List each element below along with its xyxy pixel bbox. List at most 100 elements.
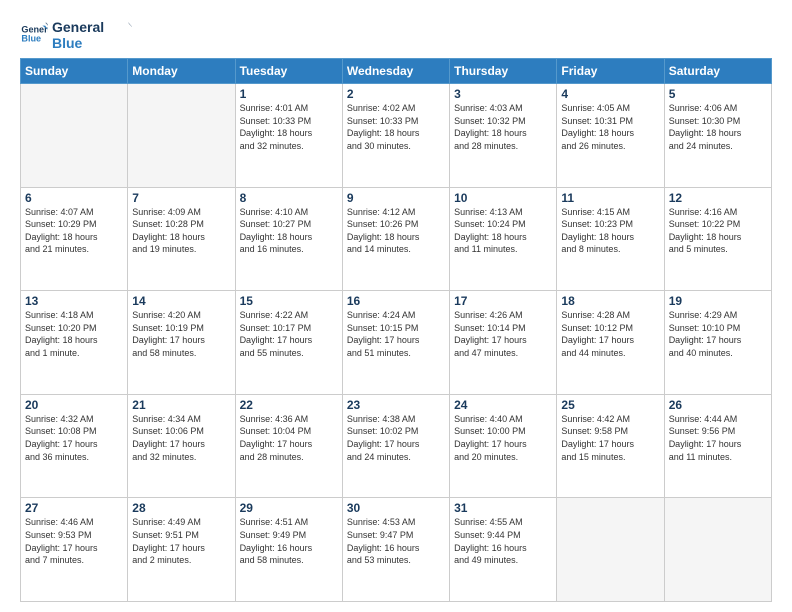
calendar-cell: 22Sunrise: 4:36 AM Sunset: 10:04 PM Dayl… (235, 394, 342, 498)
day-number: 15 (240, 294, 338, 308)
day-number: 25 (561, 398, 659, 412)
day-number: 27 (25, 501, 123, 515)
day-info: Sunrise: 4:38 AM Sunset: 10:02 PM Daylig… (347, 413, 445, 463)
day-number: 8 (240, 191, 338, 205)
calendar-week-4: 20Sunrise: 4:32 AM Sunset: 10:08 PM Dayl… (21, 394, 772, 498)
calendar-cell (664, 498, 771, 602)
day-info: Sunrise: 4:16 AM Sunset: 10:22 PM Daylig… (669, 206, 767, 256)
calendar-cell: 21Sunrise: 4:34 AM Sunset: 10:06 PM Dayl… (128, 394, 235, 498)
calendar-cell: 18Sunrise: 4:28 AM Sunset: 10:12 PM Dayl… (557, 291, 664, 395)
calendar-cell: 12Sunrise: 4:16 AM Sunset: 10:22 PM Dayl… (664, 187, 771, 291)
calendar-cell: 26Sunrise: 4:44 AM Sunset: 9:56 PM Dayli… (664, 394, 771, 498)
day-info: Sunrise: 4:55 AM Sunset: 9:44 PM Dayligh… (454, 516, 552, 566)
day-number: 18 (561, 294, 659, 308)
calendar-header-monday: Monday (128, 59, 235, 84)
day-info: Sunrise: 4:05 AM Sunset: 10:31 PM Daylig… (561, 102, 659, 152)
calendar-table: SundayMondayTuesdayWednesdayThursdayFrid… (20, 58, 772, 602)
day-info: Sunrise: 4:20 AM Sunset: 10:19 PM Daylig… (132, 309, 230, 359)
day-info: Sunrise: 4:51 AM Sunset: 9:49 PM Dayligh… (240, 516, 338, 566)
day-info: Sunrise: 4:42 AM Sunset: 9:58 PM Dayligh… (561, 413, 659, 463)
calendar-cell (21, 84, 128, 188)
day-info: Sunrise: 4:24 AM Sunset: 10:15 PM Daylig… (347, 309, 445, 359)
day-number: 6 (25, 191, 123, 205)
calendar-cell: 19Sunrise: 4:29 AM Sunset: 10:10 PM Dayl… (664, 291, 771, 395)
calendar-cell: 24Sunrise: 4:40 AM Sunset: 10:00 PM Dayl… (450, 394, 557, 498)
calendar-header-tuesday: Tuesday (235, 59, 342, 84)
day-info: Sunrise: 4:01 AM Sunset: 10:33 PM Daylig… (240, 102, 338, 152)
day-number: 14 (132, 294, 230, 308)
svg-text:General: General (52, 19, 104, 35)
day-info: Sunrise: 4:06 AM Sunset: 10:30 PM Daylig… (669, 102, 767, 152)
calendar-cell: 9Sunrise: 4:12 AM Sunset: 10:26 PM Dayli… (342, 187, 449, 291)
header-row: SundayMondayTuesdayWednesdayThursdayFrid… (21, 59, 772, 84)
calendar-cell: 2Sunrise: 4:02 AM Sunset: 10:33 PM Dayli… (342, 84, 449, 188)
calendar-cell (557, 498, 664, 602)
calendar-cell: 13Sunrise: 4:18 AM Sunset: 10:20 PM Dayl… (21, 291, 128, 395)
calendar-cell: 6Sunrise: 4:07 AM Sunset: 10:29 PM Dayli… (21, 187, 128, 291)
logo: General Blue General Blue (20, 16, 112, 52)
header: General Blue General Blue (20, 16, 772, 52)
day-number: 31 (454, 501, 552, 515)
day-number: 9 (347, 191, 445, 205)
day-number: 22 (240, 398, 338, 412)
calendar-week-3: 13Sunrise: 4:18 AM Sunset: 10:20 PM Dayl… (21, 291, 772, 395)
day-info: Sunrise: 4:26 AM Sunset: 10:14 PM Daylig… (454, 309, 552, 359)
day-number: 3 (454, 87, 552, 101)
day-number: 4 (561, 87, 659, 101)
calendar-cell: 5Sunrise: 4:06 AM Sunset: 10:30 PM Dayli… (664, 84, 771, 188)
calendar-cell: 23Sunrise: 4:38 AM Sunset: 10:02 PM Dayl… (342, 394, 449, 498)
calendar-cell: 11Sunrise: 4:15 AM Sunset: 10:23 PM Dayl… (557, 187, 664, 291)
day-number: 30 (347, 501, 445, 515)
day-info: Sunrise: 4:22 AM Sunset: 10:17 PM Daylig… (240, 309, 338, 359)
calendar-cell: 30Sunrise: 4:53 AM Sunset: 9:47 PM Dayli… (342, 498, 449, 602)
day-info: Sunrise: 4:15 AM Sunset: 10:23 PM Daylig… (561, 206, 659, 256)
calendar-header-sunday: Sunday (21, 59, 128, 84)
day-info: Sunrise: 4:36 AM Sunset: 10:04 PM Daylig… (240, 413, 338, 463)
day-number: 28 (132, 501, 230, 515)
calendar-cell: 27Sunrise: 4:46 AM Sunset: 9:53 PM Dayli… (21, 498, 128, 602)
day-info: Sunrise: 4:10 AM Sunset: 10:27 PM Daylig… (240, 206, 338, 256)
day-number: 11 (561, 191, 659, 205)
day-number: 23 (347, 398, 445, 412)
calendar-cell: 25Sunrise: 4:42 AM Sunset: 9:58 PM Dayli… (557, 394, 664, 498)
day-info: Sunrise: 4:29 AM Sunset: 10:10 PM Daylig… (669, 309, 767, 359)
day-number: 20 (25, 398, 123, 412)
day-number: 26 (669, 398, 767, 412)
calendar-cell: 10Sunrise: 4:13 AM Sunset: 10:24 PM Dayl… (450, 187, 557, 291)
calendar-cell: 16Sunrise: 4:24 AM Sunset: 10:15 PM Dayl… (342, 291, 449, 395)
day-number: 10 (454, 191, 552, 205)
day-info: Sunrise: 4:18 AM Sunset: 10:20 PM Daylig… (25, 309, 123, 359)
calendar-week-1: 1Sunrise: 4:01 AM Sunset: 10:33 PM Dayli… (21, 84, 772, 188)
calendar-cell: 31Sunrise: 4:55 AM Sunset: 9:44 PM Dayli… (450, 498, 557, 602)
day-number: 29 (240, 501, 338, 515)
calendar-cell: 3Sunrise: 4:03 AM Sunset: 10:32 PM Dayli… (450, 84, 557, 188)
calendar-cell (128, 84, 235, 188)
day-number: 12 (669, 191, 767, 205)
day-info: Sunrise: 4:32 AM Sunset: 10:08 PM Daylig… (25, 413, 123, 463)
day-number: 7 (132, 191, 230, 205)
calendar-cell: 17Sunrise: 4:26 AM Sunset: 10:14 PM Dayl… (450, 291, 557, 395)
day-info: Sunrise: 4:13 AM Sunset: 10:24 PM Daylig… (454, 206, 552, 256)
calendar-header-friday: Friday (557, 59, 664, 84)
day-number: 21 (132, 398, 230, 412)
calendar-cell: 15Sunrise: 4:22 AM Sunset: 10:17 PM Dayl… (235, 291, 342, 395)
calendar-header-thursday: Thursday (450, 59, 557, 84)
day-info: Sunrise: 4:46 AM Sunset: 9:53 PM Dayligh… (25, 516, 123, 566)
day-info: Sunrise: 4:53 AM Sunset: 9:47 PM Dayligh… (347, 516, 445, 566)
day-info: Sunrise: 4:44 AM Sunset: 9:56 PM Dayligh… (669, 413, 767, 463)
day-number: 24 (454, 398, 552, 412)
calendar-cell: 4Sunrise: 4:05 AM Sunset: 10:31 PM Dayli… (557, 84, 664, 188)
day-info: Sunrise: 4:34 AM Sunset: 10:06 PM Daylig… (132, 413, 230, 463)
calendar-cell: 20Sunrise: 4:32 AM Sunset: 10:08 PM Dayl… (21, 394, 128, 498)
day-info: Sunrise: 4:12 AM Sunset: 10:26 PM Daylig… (347, 206, 445, 256)
calendar-cell: 14Sunrise: 4:20 AM Sunset: 10:19 PM Dayl… (128, 291, 235, 395)
page: General Blue General Blue (0, 0, 792, 612)
day-info: Sunrise: 4:07 AM Sunset: 10:29 PM Daylig… (25, 206, 123, 256)
svg-text:Blue: Blue (52, 35, 83, 51)
day-number: 1 (240, 87, 338, 101)
calendar-cell: 1Sunrise: 4:01 AM Sunset: 10:33 PM Dayli… (235, 84, 342, 188)
day-info: Sunrise: 4:09 AM Sunset: 10:28 PM Daylig… (132, 206, 230, 256)
logo-svg: General Blue (52, 16, 132, 56)
day-number: 5 (669, 87, 767, 101)
logo-icon: General Blue (20, 20, 48, 48)
